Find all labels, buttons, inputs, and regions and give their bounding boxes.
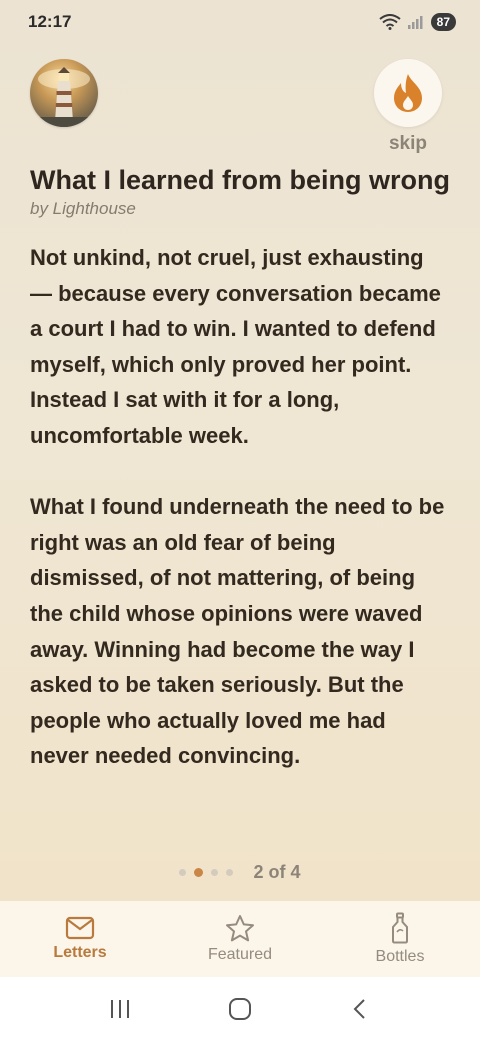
page-dot (179, 869, 187, 876)
letter-paragraph: Not unkind, not cruel, just exhausting —… (30, 245, 441, 448)
signal-icon (407, 16, 423, 29)
status-time: 12:17 (28, 12, 72, 31)
lighthouse-icon (30, 67, 98, 127)
recent-apps-icon[interactable] (108, 997, 132, 1021)
nav-item-letters[interactable]: Letters (10, 916, 150, 962)
skip-label[interactable]: skip (389, 133, 427, 155)
letter-title: What I learned from being wrong (30, 165, 451, 195)
letter-paragraph: What I found underneath the need to be r… (30, 494, 445, 769)
letter-body: Not unkind, not cruel, just exhausting —… (30, 240, 450, 810)
wifi-icon (379, 14, 401, 30)
battery-indicator: 87 (430, 13, 456, 31)
nav-label-letters: Letters (53, 944, 107, 961)
page-indicator: 2 of 4 (0, 862, 480, 883)
status-icons: 87 (379, 13, 456, 31)
page-count: 2 of 4 (253, 862, 301, 882)
nav-label-featured: Featured (207, 946, 273, 963)
nav-item-featured[interactable]: Featured (170, 914, 310, 964)
star-icon (226, 915, 254, 942)
envelope-icon (65, 916, 95, 940)
bottle-icon (392, 912, 408, 944)
page-dot (211, 869, 219, 876)
system-nav-bar (0, 977, 480, 1040)
page-dot-active (194, 868, 204, 877)
avatar[interactable] (30, 59, 98, 127)
bottom-nav: Letters Featured Bottles (0, 901, 480, 977)
nav-item-bottles[interactable]: Bottles (330, 912, 470, 966)
nav-label-bottles: Bottles (375, 948, 425, 965)
back-icon[interactable] (348, 997, 372, 1021)
status-bar: 12:17 87 (0, 0, 480, 44)
skip-control[interactable]: skip (374, 59, 442, 155)
flame-icon (394, 74, 422, 112)
letter-author: by Lighthouse (30, 199, 136, 218)
page-dot (226, 869, 234, 876)
home-icon[interactable] (227, 996, 253, 1022)
flame-button[interactable] (374, 59, 442, 127)
